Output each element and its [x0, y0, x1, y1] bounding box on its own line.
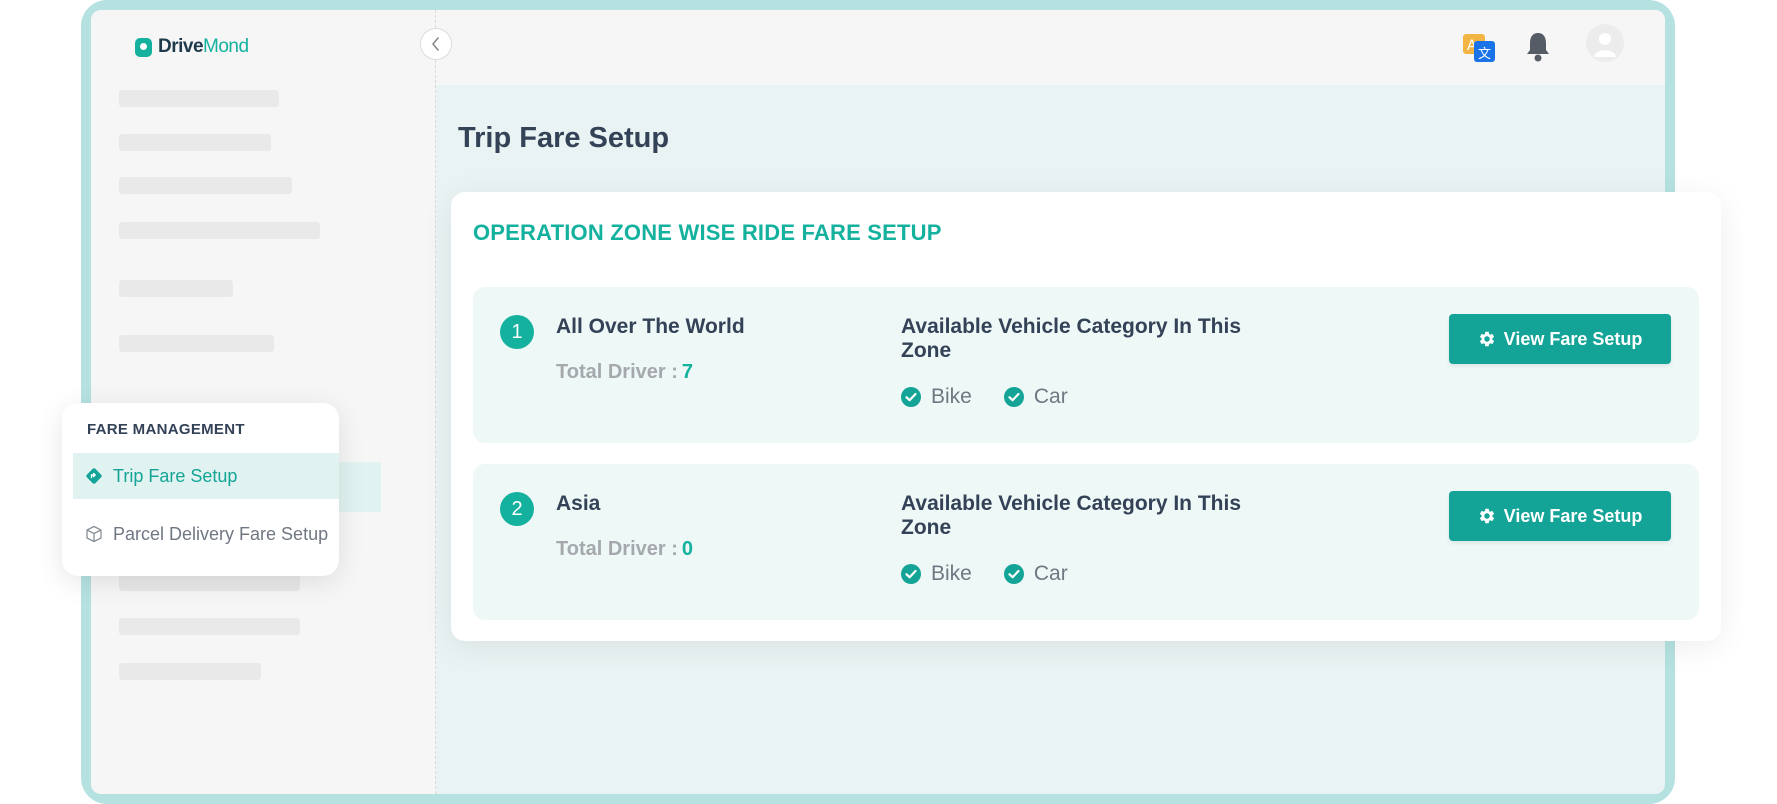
- sidebar-skeleton-item: [119, 574, 300, 591]
- vehicle-category-list: Bike Car: [901, 385, 1068, 409]
- sidebar: Drive Mond: [91, 10, 436, 794]
- bell-icon[interactable]: [1523, 30, 1553, 64]
- top-bar: A 文: [436, 10, 1665, 85]
- vehicle-category-label: Bike: [931, 562, 972, 585]
- user-avatar-icon: [1594, 33, 1616, 57]
- check-circle-icon: [1003, 387, 1024, 407]
- gear-icon: [1479, 508, 1494, 524]
- card-title: OPERATION ZONE WISE RIDE FARE SETUP: [473, 220, 942, 245]
- box-icon: [86, 525, 102, 543]
- logo[interactable]: Drive Mond: [135, 36, 249, 58]
- vehicle-category-label: Bike: [931, 385, 972, 408]
- sidebar-skeleton-item: [119, 663, 261, 680]
- total-driver: Total Driver :7: [556, 361, 693, 384]
- view-fare-setup-label: View Fare Setup: [1503, 328, 1643, 349]
- vehicle-category-title: Available Vehicle Category In This Zone: [901, 492, 1242, 539]
- menu-item-label: Parcel Delivery Fare Setup: [113, 523, 329, 544]
- vehicle-category-label: Car: [1033, 562, 1068, 585]
- sidebar-skeleton-item: [119, 134, 271, 151]
- view-fare-setup-button[interactable]: View Fare Setup: [1449, 314, 1671, 364]
- sidebar-skeleton-item: [119, 618, 300, 635]
- view-fare-setup-button[interactable]: View Fare Setup: [1449, 491, 1671, 541]
- menu-item-trip-fare-setup[interactable]: Trip Fare Setup: [73, 453, 339, 499]
- total-driver-label: Total Driver :: [556, 538, 678, 560]
- zone-row: 2 Asia Total Driver :0 Available Vehicle…: [473, 464, 1699, 620]
- page-title: Trip Fare Setup: [458, 122, 670, 154]
- zone-row: 1 All Over The World Total Driver :7 Ava…: [473, 287, 1699, 443]
- logo-text-drive: Drive: [158, 36, 204, 57]
- menu-item-parcel-delivery-fare-setup[interactable]: Parcel Delivery Fare Setup: [73, 511, 339, 557]
- vehicle-category-title: Available Vehicle Category In This Zone: [901, 315, 1242, 362]
- chevron-left-icon: [432, 37, 439, 51]
- sidebar-skeleton-item: [119, 222, 320, 239]
- sidebar-skeleton-item: [119, 177, 292, 194]
- zone-number-badge: 1: [500, 315, 534, 349]
- total-driver-count: 0: [681, 538, 693, 560]
- check-circle-icon: [901, 564, 921, 584]
- total-driver: Total Driver :0: [556, 538, 693, 561]
- view-fare-setup-label: View Fare Setup: [1503, 505, 1643, 526]
- total-driver-count: 7: [681, 361, 693, 383]
- drivemond-logo-icon: [135, 37, 152, 57]
- svg-text:文: 文: [1478, 47, 1491, 62]
- translate-icon[interactable]: A 文: [1463, 34, 1495, 62]
- check-circle-icon: [1003, 564, 1024, 584]
- fare-management-menu: FARE MANAGEMENT Trip Fare Setup Parcel D…: [62, 403, 339, 576]
- vehicle-category-list: Bike Car: [901, 562, 1068, 586]
- user-avatar[interactable]: [1586, 24, 1624, 62]
- logo-text-mond: Mond: [203, 36, 249, 57]
- vehicle-category-item: Bike: [901, 562, 972, 586]
- menu-heading: FARE MANAGEMENT: [87, 421, 245, 438]
- sidebar-skeleton-item: [119, 90, 279, 107]
- zone-name: All Over The World: [556, 315, 745, 338]
- vehicle-category-item: Car: [1003, 562, 1068, 586]
- check-circle-icon: [901, 387, 921, 407]
- sidebar-active-highlight: [338, 462, 381, 512]
- zone-fare-card: OPERATION ZONE WISE RIDE FARE SETUP 1 Al…: [451, 192, 1721, 641]
- vehicle-category-item: Car: [1003, 385, 1068, 409]
- sidebar-skeleton-item: [119, 335, 274, 352]
- diamond-direction-icon: [86, 468, 102, 484]
- sidebar-skeleton-item: [119, 280, 233, 297]
- sidebar-collapse-button[interactable]: [420, 28, 452, 60]
- vehicle-category-item: Bike: [901, 385, 972, 409]
- gear-icon: [1479, 331, 1494, 347]
- menu-item-label: Trip Fare Setup: [113, 465, 238, 486]
- zone-name: Asia: [556, 492, 601, 515]
- total-driver-label: Total Driver :: [556, 361, 678, 383]
- zone-number-badge: 2: [500, 492, 534, 526]
- vehicle-category-label: Car: [1033, 385, 1068, 408]
